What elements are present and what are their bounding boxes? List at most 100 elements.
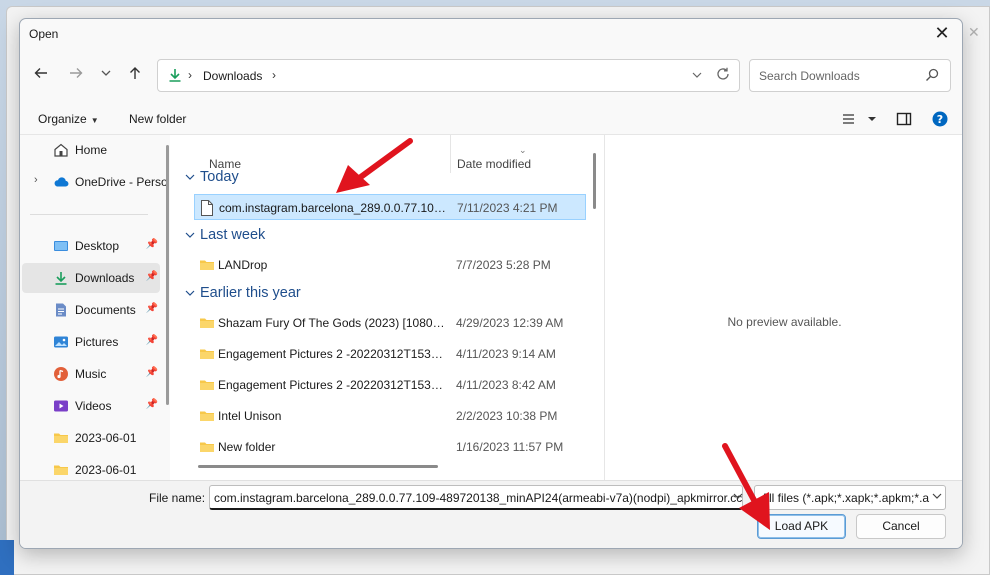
file-row[interactable]: com.instagram.barcelona_289.0.0.77.109-4… [194, 194, 586, 220]
folder-row[interactable]: Shazam Fury Of The Gods (2023) [1080p] [… [194, 310, 586, 336]
group-header-today[interactable]: Today [184, 169, 384, 191]
nav-item-desktop[interactable]: Desktop 📌 [22, 231, 160, 261]
folder-row[interactable]: Engagement Pictures 2 -20220312T153236Z-… [194, 372, 586, 398]
column-header-date[interactable]: Date modified [451, 135, 591, 175]
nav-item-onedrive[interactable]: › OneDrive - Perso [22, 167, 168, 197]
address-history-chevron-down-icon[interactable] [691, 68, 703, 85]
group-header-earlier-this-year[interactable]: Earlier this year [184, 285, 384, 307]
pin-icon: 📌 [145, 335, 158, 346]
home-icon [53, 142, 69, 158]
nav-label: Home [75, 143, 108, 157]
document-icon [53, 302, 69, 318]
svg-text:?: ? [937, 113, 943, 126]
folder-date: 4/29/2023 12:39 AM [456, 316, 564, 330]
folder-icon [199, 257, 215, 276]
navigation-row: › Downloads › Search Downloads [20, 57, 962, 93]
folder-date: 2/2/2023 10:38 PM [456, 409, 558, 423]
navigation-pane: Home › OneDrive - Perso Desktop 📌 Downlo… [20, 135, 170, 480]
nav-item-music[interactable]: Music 📌 [22, 359, 160, 389]
recent-locations-chevron-down-icon[interactable] [96, 65, 116, 85]
refresh-icon[interactable] [715, 66, 731, 86]
file-type-select[interactable]: All files (*.apk;*.xapk;*.apkm;*.a [754, 485, 946, 510]
folder-icon [199, 377, 215, 396]
nav-label: Downloads [75, 271, 135, 285]
folder-icon [199, 315, 215, 334]
back-icon[interactable] [31, 65, 51, 85]
folder-date: 4/11/2023 9:14 AM [456, 347, 556, 361]
chevron-down-icon [184, 287, 196, 302]
videos-icon [53, 398, 69, 414]
nav-divider [30, 214, 148, 215]
nav-label: OneDrive - Perso [75, 175, 168, 189]
download-icon [53, 270, 69, 286]
column-label: Date modified [457, 157, 532, 171]
file-name-input[interactable]: com.instagram.barcelona_289.0.0.77.109-4… [209, 485, 743, 510]
pin-icon: 📌 [145, 239, 158, 250]
preview-message: No preview available. [727, 315, 842, 329]
nav-item-documents[interactable]: Documents 📌 [22, 295, 160, 325]
folder-name: New folder [218, 440, 276, 454]
folder-row[interactable]: Intel Unison 2/2/2023 10:38 PM [194, 403, 586, 429]
organize-button[interactable]: Organize ▼ [38, 112, 99, 126]
pin-icon: 📌 [145, 399, 158, 410]
folder-date: 4/11/2023 8:42 AM [456, 378, 556, 392]
file-type-chevron-down-icon[interactable] [932, 492, 942, 502]
cancel-button[interactable]: Cancel [856, 514, 946, 539]
breadcrumb-chevron-icon[interactable]: › [272, 68, 276, 82]
preview-pane-icon[interactable] [896, 111, 912, 130]
nav-item-downloads[interactable]: Downloads 📌 [22, 263, 160, 293]
nav-label: Documents [75, 303, 136, 317]
file-list-horizontal-scrollbar[interactable] [198, 465, 438, 468]
search-icon[interactable] [924, 67, 940, 86]
view-options-icon[interactable] [842, 111, 878, 130]
folder-name: Shazam Fury Of The Gods (2023) [1080p] [… [218, 316, 446, 330]
folder-row[interactable]: Engagement Pictures 2 -20220312T153236Z-… [194, 341, 586, 367]
nav-label: 2023-06-01 [75, 463, 137, 477]
folder-icon [53, 462, 69, 478]
file-list: Name ⌄ Date modified Today com.instagram… [180, 135, 604, 480]
folder-row[interactable]: LANDrop 7/7/2023 5:28 PM [194, 252, 586, 278]
breadcrumb-downloads[interactable]: Downloads [203, 69, 262, 83]
folder-row[interactable]: New folder 1/16/2023 11:57 PM [194, 434, 586, 460]
nav-label: 2023-06-01 [75, 431, 137, 445]
search-input[interactable]: Search Downloads [749, 59, 951, 92]
folder-name: LANDrop [218, 258, 268, 272]
close-icon[interactable]: ✕ [930, 23, 954, 45]
file-list-vertical-scrollbar[interactable] [593, 153, 596, 209]
forward-icon[interactable] [66, 65, 86, 85]
music-icon [53, 366, 69, 382]
folder-icon [199, 408, 215, 427]
pin-icon: 📌 [145, 303, 158, 314]
group-label: Last week [200, 227, 266, 243]
new-folder-button[interactable]: New folder [129, 112, 186, 126]
nav-item-folder[interactable]: 2023-06-01 [22, 455, 160, 480]
up-icon[interactable] [125, 65, 145, 85]
address-bar[interactable]: › Downloads › [157, 59, 740, 92]
title-bar: Open ✕ [20, 19, 962, 49]
nav-label: Music [75, 367, 107, 381]
file-name-chevron-down-icon[interactable] [733, 492, 743, 502]
file-name-label: File name: [149, 491, 206, 505]
group-label: Today [200, 169, 239, 185]
nav-scrollbar[interactable] [166, 145, 169, 405]
search-placeholder: Search Downloads [759, 69, 860, 83]
folder-date: 7/7/2023 5:28 PM [456, 258, 551, 272]
folder-name: Intel Unison [218, 409, 282, 423]
group-label: Earlier this year [200, 285, 301, 301]
download-icon [167, 67, 183, 86]
taskbar-edge [0, 540, 14, 575]
group-header-last-week[interactable]: Last week [184, 227, 384, 249]
help-icon[interactable]: ? [932, 111, 948, 130]
load-apk-button[interactable]: Load APK [757, 514, 846, 539]
open-dialog: Open ✕ › Downloads › Search Downloads Or… [19, 18, 963, 549]
desktop-icon [53, 238, 69, 254]
nav-item-home[interactable]: Home [22, 135, 160, 165]
nav-item-pictures[interactable]: Pictures 📌 [22, 327, 160, 357]
folder-icon [199, 439, 215, 458]
chevron-right-icon[interactable]: › [34, 174, 38, 186]
dialog-title: Open [29, 27, 59, 41]
nav-item-videos[interactable]: Videos 📌 [22, 391, 160, 421]
folder-date: 1/16/2023 11:57 PM [456, 440, 564, 454]
nav-item-folder[interactable]: 2023-06-01 [22, 423, 160, 453]
nav-label: Pictures [75, 335, 119, 349]
